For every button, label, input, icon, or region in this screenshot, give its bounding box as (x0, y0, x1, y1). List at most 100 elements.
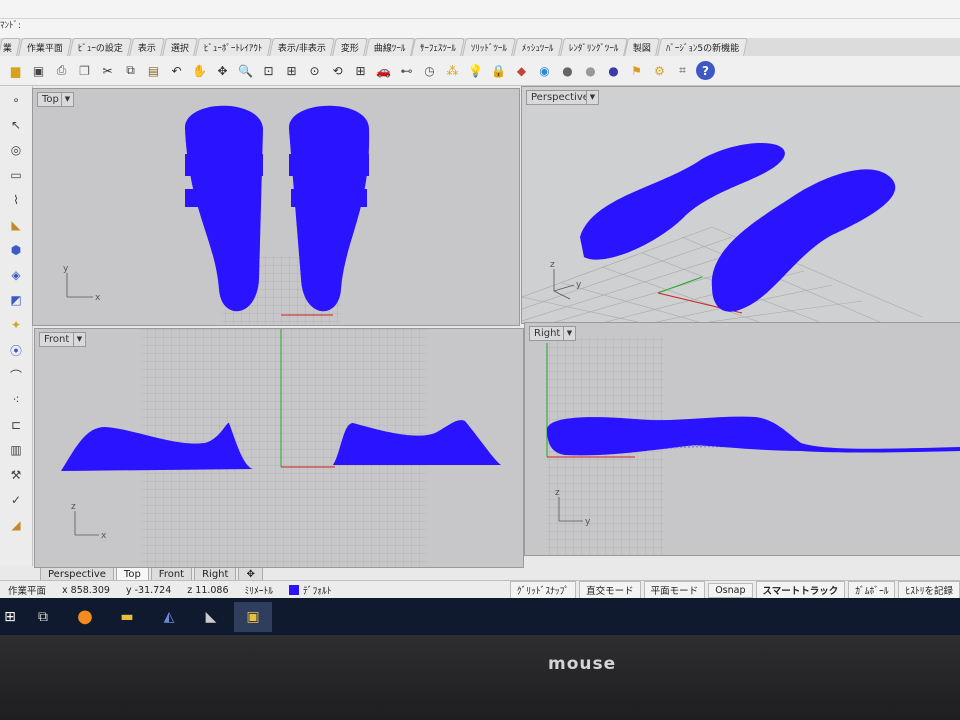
properties-icon[interactable]: ❐ (75, 61, 94, 80)
four-viewports-icon[interactable]: ⊞ (351, 61, 370, 80)
help-icon[interactable]: ? (696, 61, 715, 80)
command-prompt[interactable]: ﾏﾝﾄﾞ: (0, 18, 21, 31)
viewport-menu-arrow[interactable]: ▼ (586, 90, 599, 105)
viewport-menu-arrow[interactable]: ▼ (73, 332, 86, 347)
mesh-tool-icon[interactable]: ◈ (6, 265, 26, 285)
tab-workplane[interactable]: 作業平面 (18, 38, 72, 56)
car-icon[interactable]: 🚗 (374, 61, 393, 80)
flag-icon[interactable]: ⚑ (627, 61, 646, 80)
tab-mesh-tools[interactable]: ﾒｯｼｭﾂｰﾙ (513, 38, 563, 56)
zoom-extents-icon[interactable]: ⊞ (282, 61, 301, 80)
tab-viewport-layout[interactable]: ﾋﾞｭｰﾎﾟｰﾄﾚｲｱｳﾄ (195, 38, 272, 56)
render-sphere-icon[interactable]: ● (558, 61, 577, 80)
array-tool-icon[interactable]: ⁖ (6, 390, 26, 410)
open-folder-icon[interactable]: ▆ (6, 61, 25, 80)
app-icon-2[interactable]: ◣ (192, 602, 230, 632)
gumball-button[interactable]: ｶﾞﾑﾎﾞｰﾙ (848, 581, 896, 599)
rhino-app-icon[interactable]: ▣ (234, 601, 272, 632)
tab-curve-tools[interactable]: 曲線ﾂｰﾙ (364, 38, 415, 56)
osnap-button[interactable]: Osnap (708, 582, 753, 598)
tab-rendering-tools[interactable]: ﾚﾝﾀﾞﾘﾝｸﾞﾂｰﾙ (559, 38, 628, 56)
cut-icon[interactable]: ✂ (98, 61, 117, 80)
viewport-menu-arrow[interactable]: ▼ (61, 92, 74, 107)
shaded-sphere-icon[interactable]: ● (581, 61, 600, 80)
viewport-perspective[interactable]: z y Perspective ▼ (521, 86, 960, 324)
save-icon[interactable]: ▣ (29, 61, 48, 80)
rotate-view-icon[interactable]: ✥ (213, 61, 232, 80)
y-axis-line (657, 276, 703, 294)
pan-hand-icon[interactable]: ✋ (190, 61, 209, 80)
viewport-title-perspective[interactable]: Perspective (526, 90, 594, 105)
axis-y-label: y (63, 264, 69, 274)
tab-solid-tools[interactable]: ｿﾘｯﾄﾞﾂｰﾙ (462, 38, 517, 56)
status-x-coord: x 858.309 (62, 584, 110, 596)
ribbon-tabs: 業 作業平面 ﾋﾞｭｰの設定 表示 選択 ﾋﾞｭｰﾎﾟｰﾄﾚｲｱｳﾄ 表示/非表… (0, 38, 960, 56)
smarttrack-button[interactable]: スマートトラック (755, 581, 846, 599)
dimension-icon[interactable]: ⌗ (673, 61, 692, 80)
curve-tool-icon[interactable]: ⌇ (6, 190, 26, 210)
tab-drafting[interactable]: 製図 (624, 38, 661, 56)
record-history-button[interactable]: ﾋｽﾄﾘを記録 (898, 581, 960, 599)
circle-tool-icon[interactable]: ◎ (6, 140, 26, 160)
task-view-icon[interactable]: ⧉ (24, 602, 62, 632)
start-icon[interactable]: ⊞ (0, 602, 20, 632)
print-icon[interactable]: ⎙ (52, 61, 71, 80)
viewport-top[interactable]: x y Top ▼ (32, 88, 520, 326)
app-icon-1[interactable]: ◭ (150, 602, 188, 632)
firefox-icon[interactable]: ● (66, 602, 104, 632)
status-layer[interactable]: ﾃﾞﾌｫﾙﾄ (281, 583, 417, 597)
tab-display[interactable]: 表示 (129, 38, 165, 56)
tab-view-settings[interactable]: ﾋﾞｭｰの設定 (69, 38, 132, 56)
clock-icon[interactable]: ◷ (420, 61, 439, 80)
select-icon[interactable]: ↖ (6, 115, 26, 135)
viewport-title-right[interactable]: Right (529, 326, 566, 341)
blend-tool-icon[interactable]: ✦ (6, 315, 26, 335)
status-workplane[interactable]: 作業平面 (0, 583, 54, 597)
insole-right-mesh (711, 169, 896, 312)
dimension-tool-icon[interactable]: ⊏ (6, 415, 26, 435)
status-z-coord: z 11.086 (187, 584, 229, 596)
viewport-title-top[interactable]: Top (37, 92, 64, 107)
surface-tool-icon[interactable]: ◣ (6, 215, 26, 235)
file-explorer-icon[interactable]: ▬ (108, 602, 146, 632)
check-tool-icon[interactable]: ✓ (6, 490, 26, 510)
zoom-window-icon[interactable]: ⊡ (259, 61, 278, 80)
status-units[interactable]: ﾐﾘﾒｰﾄﾙ (237, 583, 282, 597)
zoom-selected-icon[interactable]: ⊙ (305, 61, 324, 80)
layer-name: ﾃﾞﾌｫﾙﾄ (303, 586, 332, 597)
lock-icon[interactable]: 🔒 (489, 61, 508, 80)
snap-icon[interactable]: ⊷ (397, 61, 416, 80)
undo-icon[interactable]: ↶ (167, 61, 186, 80)
tab-surface-tools[interactable]: ｻｰﾌｪｽﾂｰﾙ (411, 38, 466, 56)
paste-icon[interactable]: ▤ (144, 61, 163, 80)
copy-icon[interactable]: ⧉ (121, 61, 140, 80)
point-icon[interactable]: ∘ (6, 90, 26, 110)
settings-gear-icon[interactable]: ⚙ (650, 61, 669, 80)
fillet-tool-icon[interactable]: ⌒ (6, 365, 26, 385)
gumball-icon[interactable]: ⁂ (443, 61, 462, 80)
tab-transform[interactable]: 変形 (331, 38, 368, 56)
tab-select[interactable]: 選択 (162, 38, 198, 56)
analyze-tool-icon[interactable]: ▥ (6, 440, 26, 460)
undo-view-icon[interactable]: ⟲ (328, 61, 347, 80)
render-tool-icon[interactable]: ◢ (6, 515, 26, 535)
tab-show-hide[interactable]: 表示/非表示 (268, 38, 335, 56)
rendered-sphere-icon[interactable]: ● (604, 61, 623, 80)
color-wheel-icon[interactable]: ◉ (535, 61, 554, 80)
viewport-menu-arrow[interactable]: ▼ (563, 326, 576, 341)
ortho-button[interactable]: 直交モード (579, 581, 641, 599)
transform-tool-icon[interactable]: ⚒ (6, 465, 26, 485)
bulb-icon[interactable]: 💡 (466, 61, 485, 80)
viewport-front[interactable]: x z Front ▼ (34, 328, 524, 568)
viewport-title-front[interactable]: Front (39, 332, 75, 347)
solid-tool-icon[interactable]: ⬢ (6, 240, 26, 260)
material-icon[interactable]: ◆ (512, 61, 531, 80)
zoom-icon[interactable]: 🔍 (236, 61, 255, 80)
boolean-tool-icon[interactable]: ⦿ (6, 340, 26, 360)
viewport-right[interactable]: y z Right ▼ (524, 322, 960, 556)
extrude-tool-icon[interactable]: ◩ (6, 290, 26, 310)
grid-snap-button[interactable]: ｸﾞﾘｯﾄﾞｽﾅｯﾌﾟ (509, 581, 577, 599)
tab-new-in-v5[interactable]: ﾊﾞｰｼﾞｮﾝ5の新機能 (657, 38, 749, 56)
planar-button[interactable]: 平面モード (643, 581, 706, 599)
rectangle-tool-icon[interactable]: ▭ (6, 165, 26, 185)
